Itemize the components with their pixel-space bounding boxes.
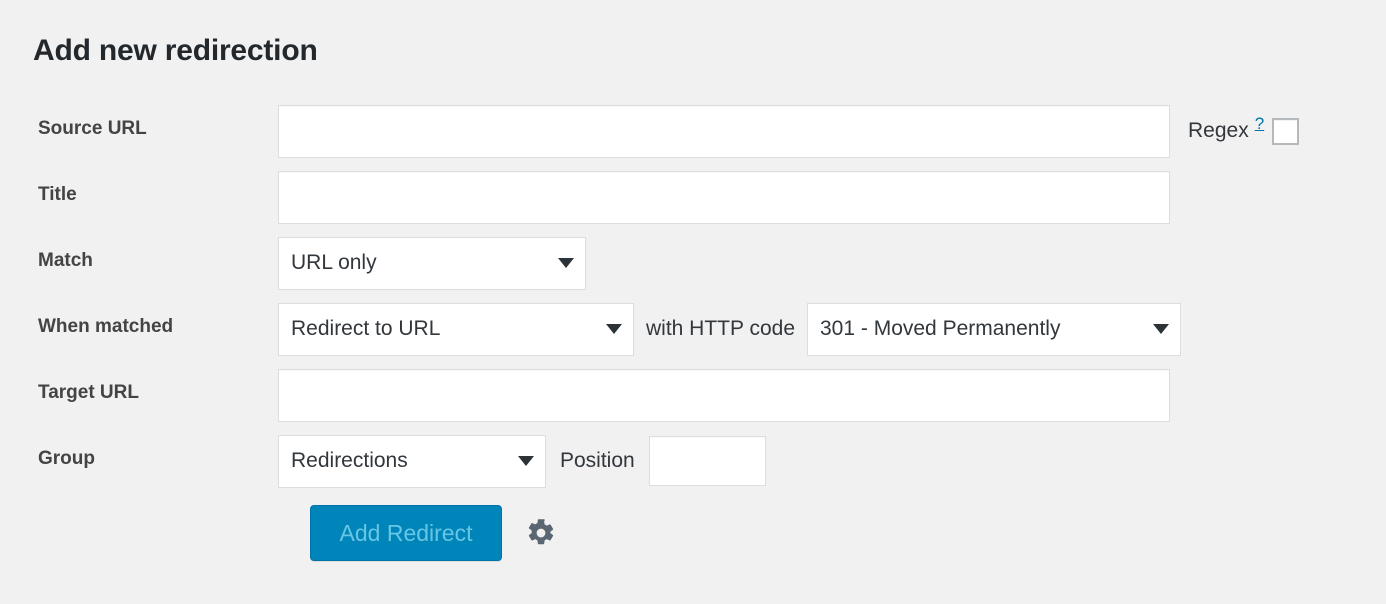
gear-icon[interactable] bbox=[524, 516, 558, 550]
match-select[interactable]: URL only bbox=[278, 236, 586, 290]
chevron-down-icon bbox=[606, 324, 622, 334]
regex-group: Regex ? bbox=[1188, 105, 1300, 158]
controls-match: URL only bbox=[278, 236, 586, 290]
label-target-url: Target URL bbox=[38, 382, 139, 403]
form-actions: Add Redirect bbox=[0, 500, 1386, 566]
form-row-group: Group Redirections Position bbox=[0, 434, 1386, 500]
when-matched-select-value: Redirect to URL bbox=[291, 317, 441, 340]
form-row-target-url: Target URL bbox=[0, 368, 1386, 434]
chevron-down-icon bbox=[1153, 324, 1169, 334]
group-select[interactable]: Redirections bbox=[278, 434, 546, 488]
source-url-input[interactable] bbox=[278, 104, 1170, 158]
label-when-matched: When matched bbox=[38, 316, 174, 337]
controls-target-url bbox=[278, 368, 1170, 422]
regex-checkbox[interactable] bbox=[1272, 117, 1300, 145]
controls-group: Redirections Position bbox=[278, 434, 766, 488]
add-redirection-form: Source URL Regex ? Title Match URL only … bbox=[0, 104, 1386, 566]
label-title: Title bbox=[38, 184, 77, 205]
controls-when-matched: Redirect to URL with HTTP code 301 - Mov… bbox=[278, 302, 1181, 356]
form-row-title: Title bbox=[0, 170, 1386, 236]
add-redirect-button[interactable]: Add Redirect bbox=[310, 505, 502, 561]
target-url-input[interactable] bbox=[278, 368, 1170, 422]
label-source-url: Source URL bbox=[38, 118, 147, 139]
label-group: Group bbox=[38, 448, 95, 469]
title-input[interactable] bbox=[278, 170, 1170, 224]
chevron-down-icon bbox=[558, 258, 574, 268]
add-redirection-page: Add new redirection Source URL Regex ? T… bbox=[0, 0, 1386, 604]
controls-source-url: Regex ? bbox=[278, 104, 1300, 158]
form-row-match: Match URL only bbox=[0, 236, 1386, 302]
regex-label: Regex bbox=[1188, 119, 1249, 142]
group-select-value: Redirections bbox=[291, 449, 408, 472]
http-code-select[interactable]: 301 - Moved Permanently bbox=[807, 302, 1181, 356]
http-code-inline-label: with HTTP code bbox=[646, 317, 795, 340]
form-row-when-matched: When matched Redirect to URL with HTTP c… bbox=[0, 302, 1386, 368]
controls-title bbox=[278, 170, 1170, 224]
match-select-value: URL only bbox=[291, 251, 377, 274]
when-matched-select[interactable]: Redirect to URL bbox=[278, 302, 634, 356]
position-label: Position bbox=[560, 449, 635, 472]
http-code-select-value: 301 - Moved Permanently bbox=[820, 317, 1061, 340]
chevron-down-icon bbox=[518, 456, 534, 466]
regex-help-icon[interactable]: ? bbox=[1255, 114, 1264, 134]
form-row-source-url: Source URL Regex ? bbox=[0, 104, 1386, 170]
position-input[interactable] bbox=[648, 436, 766, 486]
label-match: Match bbox=[38, 250, 93, 271]
page-title: Add new redirection bbox=[33, 34, 318, 67]
